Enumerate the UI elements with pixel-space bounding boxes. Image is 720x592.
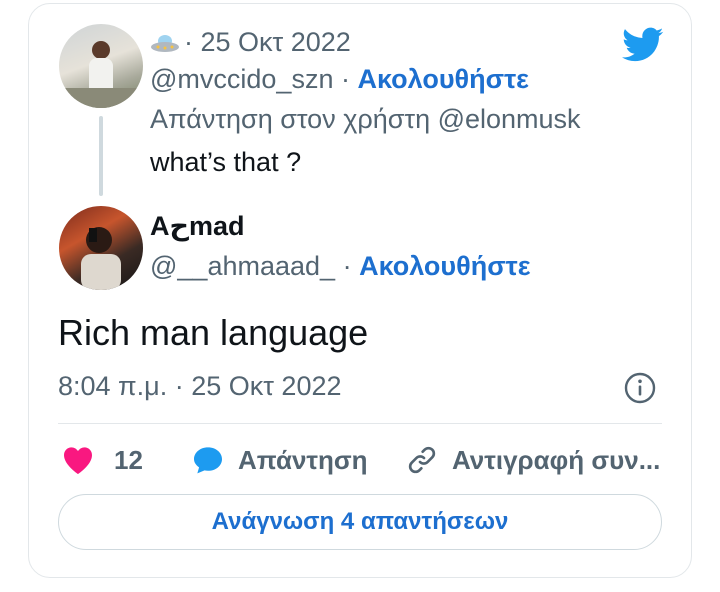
separator-dot: ·	[342, 251, 352, 281]
copy-link-button[interactable]: Αντιγραφή συν...	[406, 443, 660, 477]
divider	[58, 423, 662, 424]
reply-handle[interactable]: @mvccido_szn	[150, 64, 333, 94]
reply-button[interactable]: Απάντηση	[192, 443, 368, 477]
author-name[interactable]: Aحmad	[150, 211, 245, 242]
heart-icon	[64, 447, 92, 474]
like-button[interactable]: 12	[62, 443, 143, 477]
reply-header: · 25 Οκτ 2022	[150, 27, 351, 58]
author-handle-line: @__ahmaaad_ · Ακολουθήστε	[150, 251, 531, 282]
avatar-ahmad[interactable]	[59, 206, 143, 290]
info-icon[interactable]	[624, 372, 656, 404]
author-handle[interactable]: @__ahmaaad_	[150, 251, 335, 281]
twitter-logo-icon[interactable]	[622, 27, 664, 63]
avatar-person-image	[81, 227, 121, 290]
copy-link-label: Αντιγραφή συν...	[452, 444, 661, 475]
avatar-person-image	[59, 41, 143, 108]
separator-dot: ·	[340, 64, 350, 94]
speech-bubble-icon	[194, 447, 222, 474]
follow-button-mvccido[interactable]: Ακολουθήστε	[358, 64, 529, 94]
tweet-timestamp[interactable]: 8:04 π.μ. · 25 Οκτ 2022	[58, 371, 342, 402]
follow-button-ahmad[interactable]: Ακολουθήστε	[359, 251, 530, 281]
tweet-text: Rich man language	[58, 312, 369, 353]
reply-author-line: @mvccido_szn · Ακολουθήστε	[150, 64, 529, 95]
reply-label: Απάντηση	[238, 444, 368, 475]
reply-date: · 25 Οκτ 2022	[184, 27, 351, 57]
like-count: 12	[114, 444, 143, 475]
ufo-icon	[151, 34, 179, 52]
replying-to-text: Απάντηση στον χρήστη @elonmusk	[150, 104, 581, 134]
avatar-mvccido[interactable]	[59, 24, 143, 108]
thread-connector	[99, 116, 103, 196]
link-icon	[408, 446, 436, 474]
read-replies-button[interactable]: Ανάγνωση 4 απαντήσεων	[58, 494, 662, 550]
reply-tweet-text: what’s that ?	[150, 147, 302, 177]
